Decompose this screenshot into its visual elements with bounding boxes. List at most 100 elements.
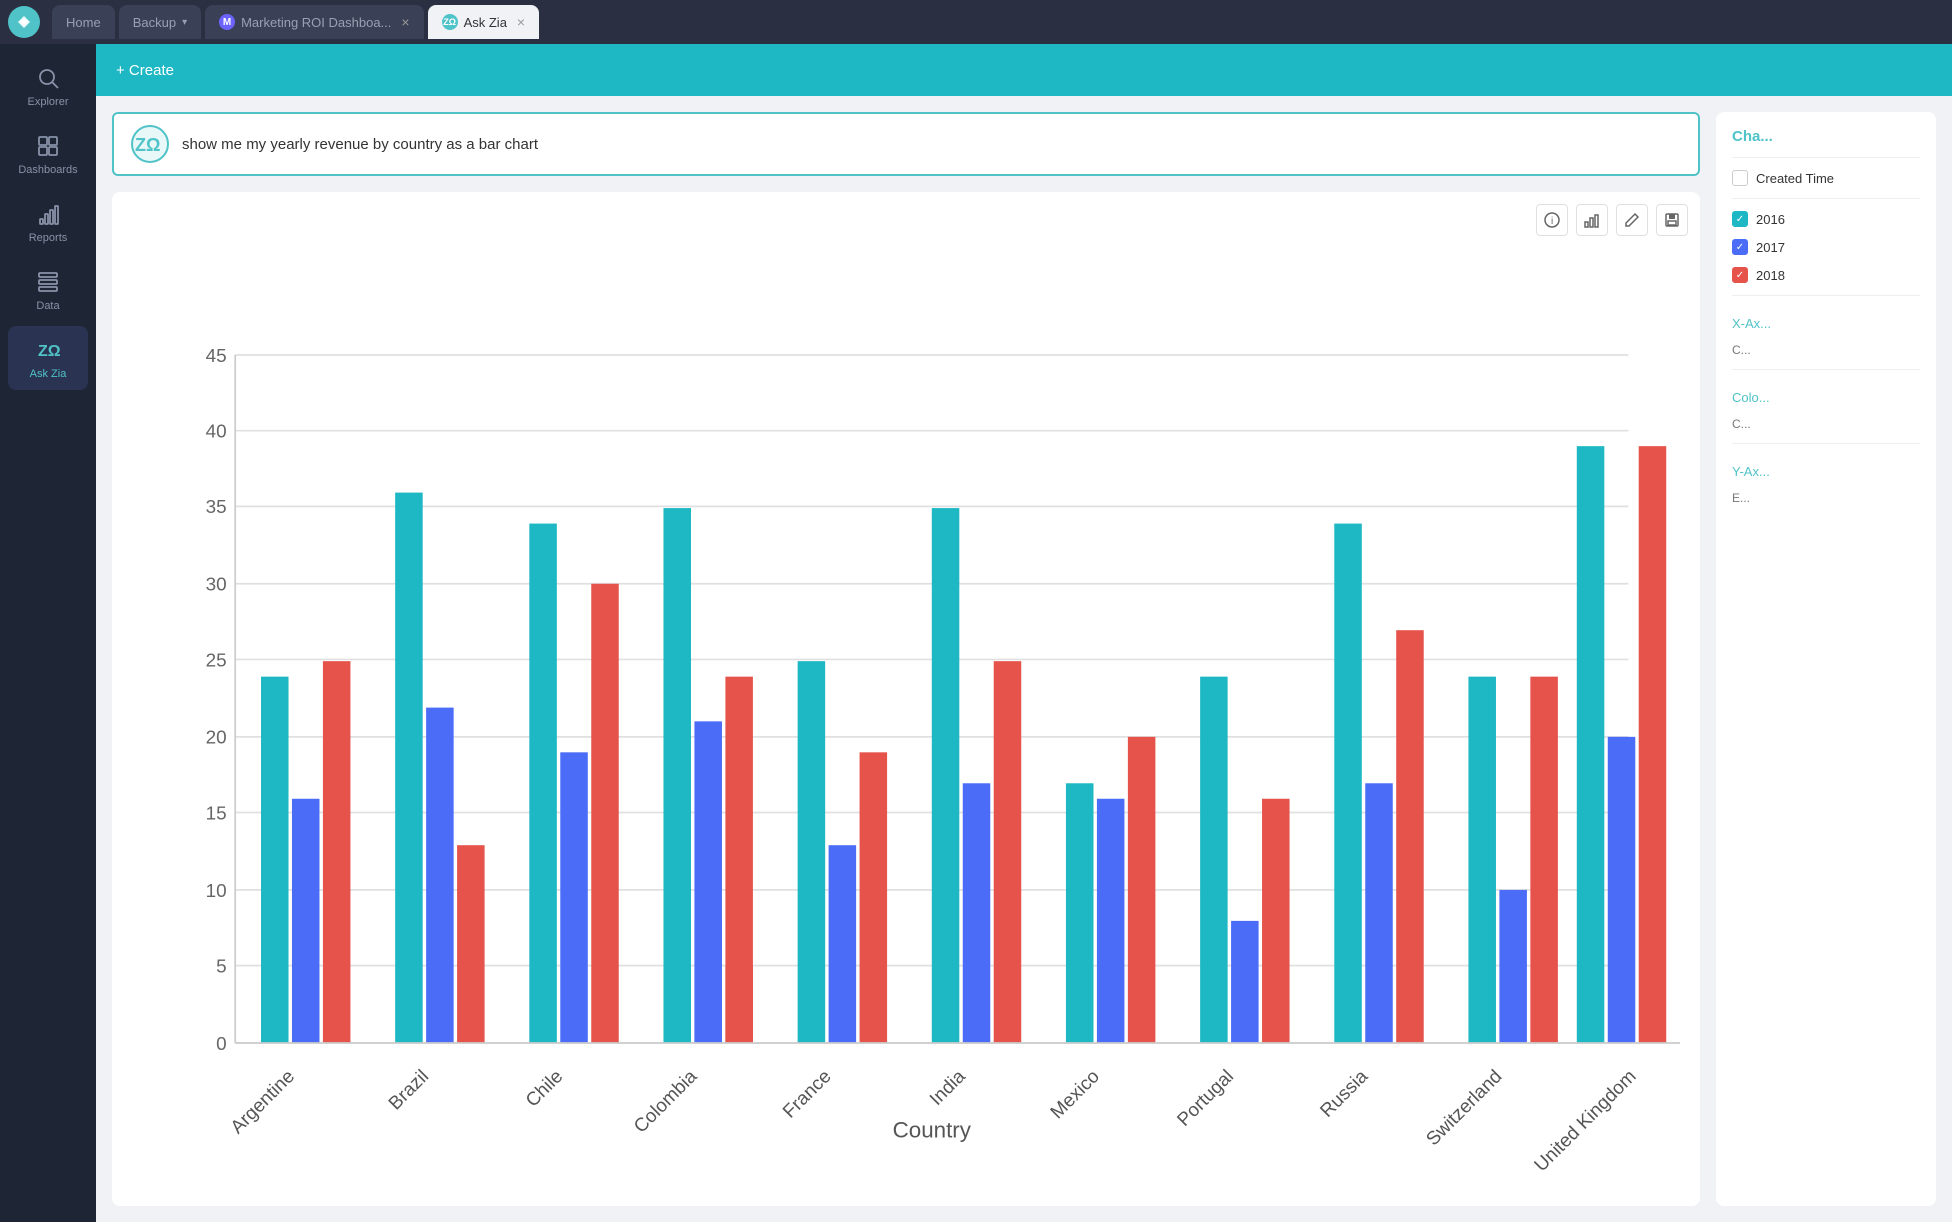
sidebar-item-ask-zia-label: Ask Zia: [30, 368, 67, 380]
bar-portugal-2016: [1200, 677, 1228, 1043]
created-time-item: Created Time: [1732, 170, 1920, 186]
svg-text:Brazil: Brazil: [385, 1066, 433, 1114]
svg-text:ZΩ: ZΩ: [38, 343, 60, 360]
zia-sidebar-icon: ZΩ: [34, 336, 62, 364]
right-panel-title: Cha...: [1732, 128, 1920, 145]
legend-item-2018: ✓ 2018: [1732, 267, 1920, 283]
zia-search-bar: ZΩ: [112, 112, 1700, 176]
chart-container: i: [112, 192, 1700, 1206]
svg-text:15: 15: [206, 803, 227, 824]
bar-uk-2017: [1608, 737, 1636, 1043]
bar-india-2018: [994, 661, 1022, 1043]
y-axis-sub-label: E...: [1732, 491, 1920, 505]
tab-backup[interactable]: Backup ▾: [119, 5, 201, 39]
svg-text:France: France: [779, 1066, 835, 1122]
main-content: + Create ZΩ: [96, 44, 1952, 1222]
tab-marketing-close[interactable]: ×: [401, 14, 409, 30]
x-axis-section-title: X-Ax...: [1732, 316, 1920, 331]
svg-text:10: 10: [206, 881, 227, 902]
bar-chart: Expected Revenue Count: [132, 212, 1680, 1186]
legend-2016-checkbox[interactable]: ✓: [1732, 211, 1748, 227]
legend-item-2017: ✓ 2017: [1732, 239, 1920, 255]
bar-argentine-2016: [261, 677, 289, 1043]
zia-search-input[interactable]: [182, 136, 1682, 153]
zia-section: ZΩ i: [112, 112, 1700, 1206]
color-sub-label: C...: [1732, 417, 1920, 431]
browser-tabs: Home Backup ▾ M Marketing ROI Dashboa...…: [0, 0, 1952, 44]
svg-text:India: India: [926, 1066, 970, 1110]
sidebar-item-reports-label: Reports: [29, 232, 68, 244]
bar-russia-2016: [1334, 524, 1362, 1043]
y-axis-section-title: Y-Ax...: [1732, 464, 1920, 479]
y-axis-labels: 0 5 10 15 20 25 30 35 40 45: [206, 346, 227, 1055]
app-logo: [8, 6, 40, 38]
bar-colombia-2016: [663, 508, 691, 1043]
svg-text:5: 5: [216, 956, 227, 977]
bar-switzerland-2016: [1468, 677, 1496, 1043]
bar-france-2016: [798, 661, 826, 1043]
sidebar-item-explorer[interactable]: Explorer: [8, 54, 88, 118]
app-container: Explorer Dashboards Report: [0, 44, 1952, 1222]
sidebar: Explorer Dashboards Report: [0, 44, 96, 1222]
tab-marketing[interactable]: M Marketing ROI Dashboa... ×: [205, 5, 423, 39]
tab-home[interactable]: Home: [52, 5, 115, 39]
created-time-checkbox[interactable]: [1732, 170, 1748, 186]
tab-marketing-label: Marketing ROI Dashboa...: [241, 15, 391, 30]
bar-switzerland-2018: [1530, 677, 1558, 1043]
chart-type-button[interactable]: [1576, 204, 1608, 236]
bar-mexico-2016: [1066, 783, 1094, 1043]
reports-icon: [34, 200, 62, 228]
x-axis-sub-label: C...: [1732, 343, 1920, 357]
svg-text:Colombia: Colombia: [630, 1066, 702, 1138]
right-panel: Cha... Created Time ✓ 2016: [1716, 112, 1936, 1206]
zia-tab-icon: ZΩ: [442, 14, 458, 30]
checkmark-2016: ✓: [1736, 214, 1744, 225]
sidebar-item-dashboards[interactable]: Dashboards: [8, 122, 88, 186]
create-button[interactable]: + Create: [116, 62, 174, 79]
svg-text:Chile: Chile: [522, 1066, 567, 1111]
bar-india-2017: [963, 783, 991, 1043]
svg-text:35: 35: [206, 497, 227, 518]
chevron-down-icon: ▾: [182, 17, 187, 28]
panel-divider-4: [1732, 443, 1920, 444]
panel-divider-2: [1732, 295, 1920, 296]
legend-2018-checkbox[interactable]: ✓: [1732, 267, 1748, 283]
bar-uk-2018: [1639, 446, 1667, 1043]
bar-france-2018: [860, 752, 888, 1043]
sidebar-item-data[interactable]: Data: [8, 258, 88, 322]
edit-button[interactable]: [1616, 204, 1648, 236]
sidebar-item-dashboards-label: Dashboards: [18, 164, 77, 176]
tab-home-label: Home: [66, 15, 101, 30]
sidebar-item-ask-zia[interactable]: ZΩ Ask Zia: [8, 326, 88, 390]
checkmark-2018: ✓: [1736, 270, 1744, 281]
bar-mexico-2017: [1097, 799, 1125, 1043]
sidebar-item-reports[interactable]: Reports: [8, 190, 88, 254]
info-button[interactable]: i: [1536, 204, 1568, 236]
sidebar-item-explorer-label: Explorer: [28, 96, 69, 108]
svg-text:20: 20: [206, 728, 227, 749]
bar-brazil-2016: [395, 493, 423, 1043]
svg-text:40: 40: [206, 422, 227, 443]
save-button[interactable]: [1656, 204, 1688, 236]
color-section-title: Colo...: [1732, 390, 1920, 405]
create-bar: + Create: [96, 44, 1952, 96]
svg-text:Mexico: Mexico: [1047, 1066, 1104, 1123]
svg-text:45: 45: [206, 346, 227, 367]
legend-2017-label: 2017: [1756, 240, 1785, 255]
legend-item-2016: ✓ 2016: [1732, 211, 1920, 227]
bar-india-2016: [932, 508, 960, 1043]
tab-ask-zia-close[interactable]: ×: [517, 14, 525, 30]
svg-text:United Kingdom: United Kingdom: [1531, 1066, 1641, 1176]
bar-brazil-2018: [457, 845, 485, 1043]
svg-text:i: i: [1551, 216, 1553, 227]
created-time-label: Created Time: [1756, 171, 1834, 186]
chart-area: Expected Revenue Count: [132, 212, 1680, 1186]
bar-chile-2016: [529, 524, 557, 1043]
data-icon: [34, 268, 62, 296]
x-axis-title: Country: [893, 1118, 972, 1143]
sidebar-item-data-label: Data: [36, 300, 59, 312]
tab-ask-zia[interactable]: ZΩ Ask Zia ×: [428, 5, 540, 39]
legend-2017-checkbox[interactable]: ✓: [1732, 239, 1748, 255]
legend-2016-label: 2016: [1756, 212, 1785, 227]
create-button-label: + Create: [116, 62, 174, 79]
